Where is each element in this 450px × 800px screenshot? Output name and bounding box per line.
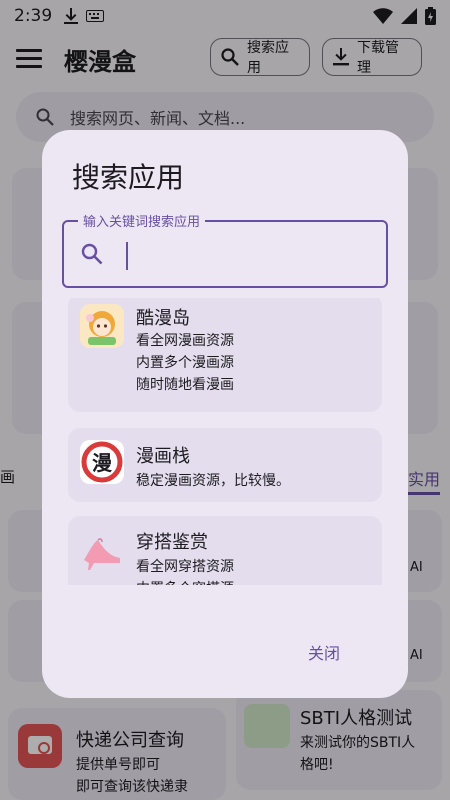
keyword-search-field[interactable]: 输入关键词搜索应用 — [62, 211, 388, 288]
anime-girl-icon — [80, 304, 124, 348]
result-name: 漫画栈 — [136, 446, 190, 467]
result-desc: 看全网穿搭资源 内置多个穿搭源 — [136, 559, 234, 585]
svg-text:漫: 漫 — [92, 451, 113, 475]
result-desc: 稳定漫画资源，比较慢。 — [136, 473, 290, 489]
keyword-input[interactable] — [130, 240, 370, 270]
result-desc: 看全网漫画资源 内置多个漫画源 随时随地看漫画 — [136, 333, 234, 393]
manhua-seal-icon: 漫 — [80, 440, 124, 484]
result-item[interactable]: 穿搭鉴赏 看全网穿搭资源 内置多个穿搭源 — [68, 516, 382, 585]
result-name: 穿搭鉴赏 — [136, 532, 208, 553]
close-button[interactable]: 关闭 — [308, 640, 340, 664]
result-name: 酷漫岛 — [136, 308, 190, 329]
keyword-field-label: 输入关键词搜索应用 — [78, 211, 206, 230]
text-cursor — [126, 242, 128, 270]
dialog-title: 搜索应用 — [72, 161, 185, 194]
high-heel-icon — [80, 530, 124, 574]
search-results-list[interactable]: 酷漫岛 看全网漫画资源 内置多个漫画源 随时随地看漫画 漫 漫画栈 稳定漫画资源… — [68, 298, 382, 585]
search-icon — [80, 242, 104, 270]
result-item[interactable]: 酷漫岛 看全网漫画资源 内置多个漫画源 随时随地看漫画 — [68, 298, 382, 412]
result-item[interactable]: 漫 漫画栈 稳定漫画资源，比较慢。 — [68, 428, 382, 502]
search-apps-dialog: 搜索应用 输入关键词搜索应用 酷漫岛 看全网漫画资源 内置多个漫画源 随时随地看… — [42, 130, 408, 698]
